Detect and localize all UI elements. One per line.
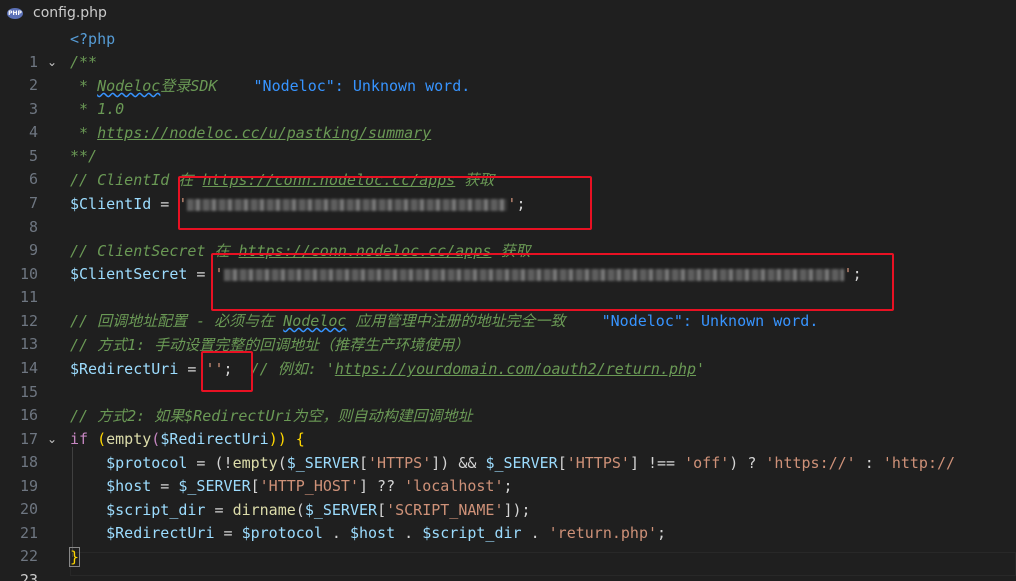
variable: $_SERVER <box>485 454 558 472</box>
doc-comment: * 1.0 <box>70 100 125 118</box>
operator: ] ?? <box>359 477 405 495</box>
operator: ] !== <box>629 454 685 472</box>
comment: 应用管理中注册的地址完全一致 <box>346 312 566 330</box>
string: 'return.php' <box>548 524 658 542</box>
brace-close: } <box>68 547 81 567</box>
comment-link[interactable]: https://yourdomain.com/oauth2/return.php <box>335 360 696 378</box>
operator: . <box>322 524 350 542</box>
string: 'http:// <box>882 454 956 472</box>
operator: : <box>855 454 883 472</box>
code-line[interactable]: 23 } <box>0 546 1016 581</box>
string: 'SCRIPT_NAME' <box>386 501 504 519</box>
string: 'HTTPS' <box>566 454 630 472</box>
string: 'HTTPS' <box>368 454 432 472</box>
operator: = (! <box>187 454 233 472</box>
variable: $RedirectUri <box>70 360 179 378</box>
string: 'localhost' <box>404 477 504 495</box>
comment-link[interactable]: https://nodeloc.cc/u/pastking/summary <box>97 124 431 142</box>
bracket: ( <box>295 501 305 519</box>
variable: $protocol <box>70 454 188 472</box>
fold-chevron-icon[interactable]: ⌄ <box>47 428 59 451</box>
bracket: [ <box>557 454 567 472</box>
tab-config-php[interactable]: config.php <box>33 5 107 21</box>
semicolon: ]); <box>503 501 531 519</box>
comment: // 回调地址配置 - 必须与在 <box>70 312 284 330</box>
operator: ) ? <box>729 454 766 472</box>
variable: $ClientSecret <box>70 265 188 283</box>
variable: $script_dir <box>422 524 522 542</box>
annotation-box-client-secret <box>211 253 894 311</box>
annotation-box-client-id <box>178 176 592 230</box>
variable: $_SERVER <box>178 477 251 495</box>
code-line[interactable]: 21 $script_dir = dirname($_SERVER['SCRIP… <box>0 499 1016 542</box>
editor-tab-bar: PHP config.php <box>0 0 1016 28</box>
code-line[interactable]: 5 * https://nodeloc.cc/u/pastking/summar… <box>0 122 1016 165</box>
comment: // 方式2: 如果$RedirectUri为空，则自动构建回调地址 <box>70 407 473 425</box>
code-line[interactable]: 6 **/ <box>0 145 1016 188</box>
variable: $_SERVER <box>286 454 359 472</box>
semicolon: ; <box>657 524 667 542</box>
variable: $ClientId <box>70 195 152 213</box>
string: 'https://' <box>765 454 856 472</box>
spell-warning-word[interactable]: Nodeloc <box>97 77 160 95</box>
doc-comment: * <box>70 77 98 95</box>
code-line[interactable]: 19 $protocol = (!empty($_SERVER['HTTPS']… <box>0 452 1016 495</box>
variable: $script_dir <box>70 501 206 519</box>
operator: . <box>395 524 423 542</box>
operator: . <box>521 524 549 542</box>
code-line[interactable]: 16 <box>0 381 1016 424</box>
spell-check-diagnostic: "Nodeloc": Unknown word. <box>601 312 819 330</box>
function-call: empty <box>232 454 278 472</box>
bracket: )) <box>268 430 287 448</box>
line-number: 23 <box>19 571 38 581</box>
string: 'HTTP_HOST' <box>259 477 359 495</box>
code-line[interactable]: 3 * Nodeloc登录SDK "Nodeloc": Unknown word… <box>0 75 1016 118</box>
code-line[interactable]: 13 // 回调地址配置 - 必须与在 Nodeloc 应用管理中注册的地址完全… <box>0 310 1016 353</box>
variable: $protocol <box>241 524 323 542</box>
code-line[interactable]: 20 $host = $_SERVER['HTTP_HOST'] ?? 'loc… <box>0 475 1016 518</box>
bracket: ( <box>277 454 287 472</box>
brace-open: { <box>286 430 305 448</box>
comment: // 方式1: 手动设置完整的回调地址（推荐生产环境使用） <box>70 336 470 354</box>
bracket: ( <box>151 430 161 448</box>
function-call: dirname <box>232 501 296 519</box>
function-call: empty <box>106 430 152 448</box>
operator: = <box>205 501 233 519</box>
keyword: if <box>70 430 89 448</box>
operator: = <box>151 195 179 213</box>
code-line[interactable]: 1 <?php <box>0 28 1016 71</box>
code-line[interactable]: 2 ⌄ /** <box>0 51 1016 94</box>
variable: $_SERVER <box>304 501 378 519</box>
semicolon: ; <box>503 477 513 495</box>
code-line[interactable]: 22 $RedirectUri = $protocol . $host . $s… <box>0 522 1016 565</box>
operator: = <box>214 524 242 542</box>
bracket: [ <box>377 501 387 519</box>
operator: = <box>151 477 179 495</box>
operator: ]) && <box>431 454 486 472</box>
code-line[interactable]: 4 * 1.0 <box>0 98 1016 141</box>
bracket: ( <box>88 430 107 448</box>
string: 'off' <box>684 454 730 472</box>
doc-comment: * <box>70 124 98 142</box>
doc-comment: 登录SDK <box>160 77 218 95</box>
doc-comment: **/ <box>70 147 98 165</box>
variable: $host <box>70 477 152 495</box>
php-open-tag: <?php <box>70 30 116 48</box>
comment: ' <box>696 360 706 378</box>
doc-comment: /** <box>70 53 98 71</box>
variable: $RedirectUri <box>160 430 269 448</box>
variable: $host <box>349 524 396 542</box>
variable: $RedirectUri <box>70 524 215 542</box>
code-line[interactable]: 18 ⌄ if (empty($RedirectUri)) { <box>0 428 1016 471</box>
code-line[interactable]: 15 $RedirectUri = ''; // 例如: 'https://yo… <box>0 358 1016 401</box>
code-line[interactable]: 14 // 方式1: 手动设置完整的回调地址（推荐生产环境使用） <box>0 334 1016 377</box>
php-file-icon: PHP <box>7 8 23 19</box>
annotation-box-redirect-uri <box>201 351 253 392</box>
fold-chevron-icon[interactable]: ⌄ <box>47 51 59 74</box>
spell-check-diagnostic: "Nodeloc": Unknown word. <box>253 77 471 95</box>
spell-warning-word[interactable]: Nodeloc <box>283 312 346 330</box>
code-line[interactable]: 17 // 方式2: 如果$RedirectUri为空，则自动构建回调地址 <box>0 405 1016 448</box>
bracket: [ <box>359 454 369 472</box>
bracket: [ <box>250 477 260 495</box>
